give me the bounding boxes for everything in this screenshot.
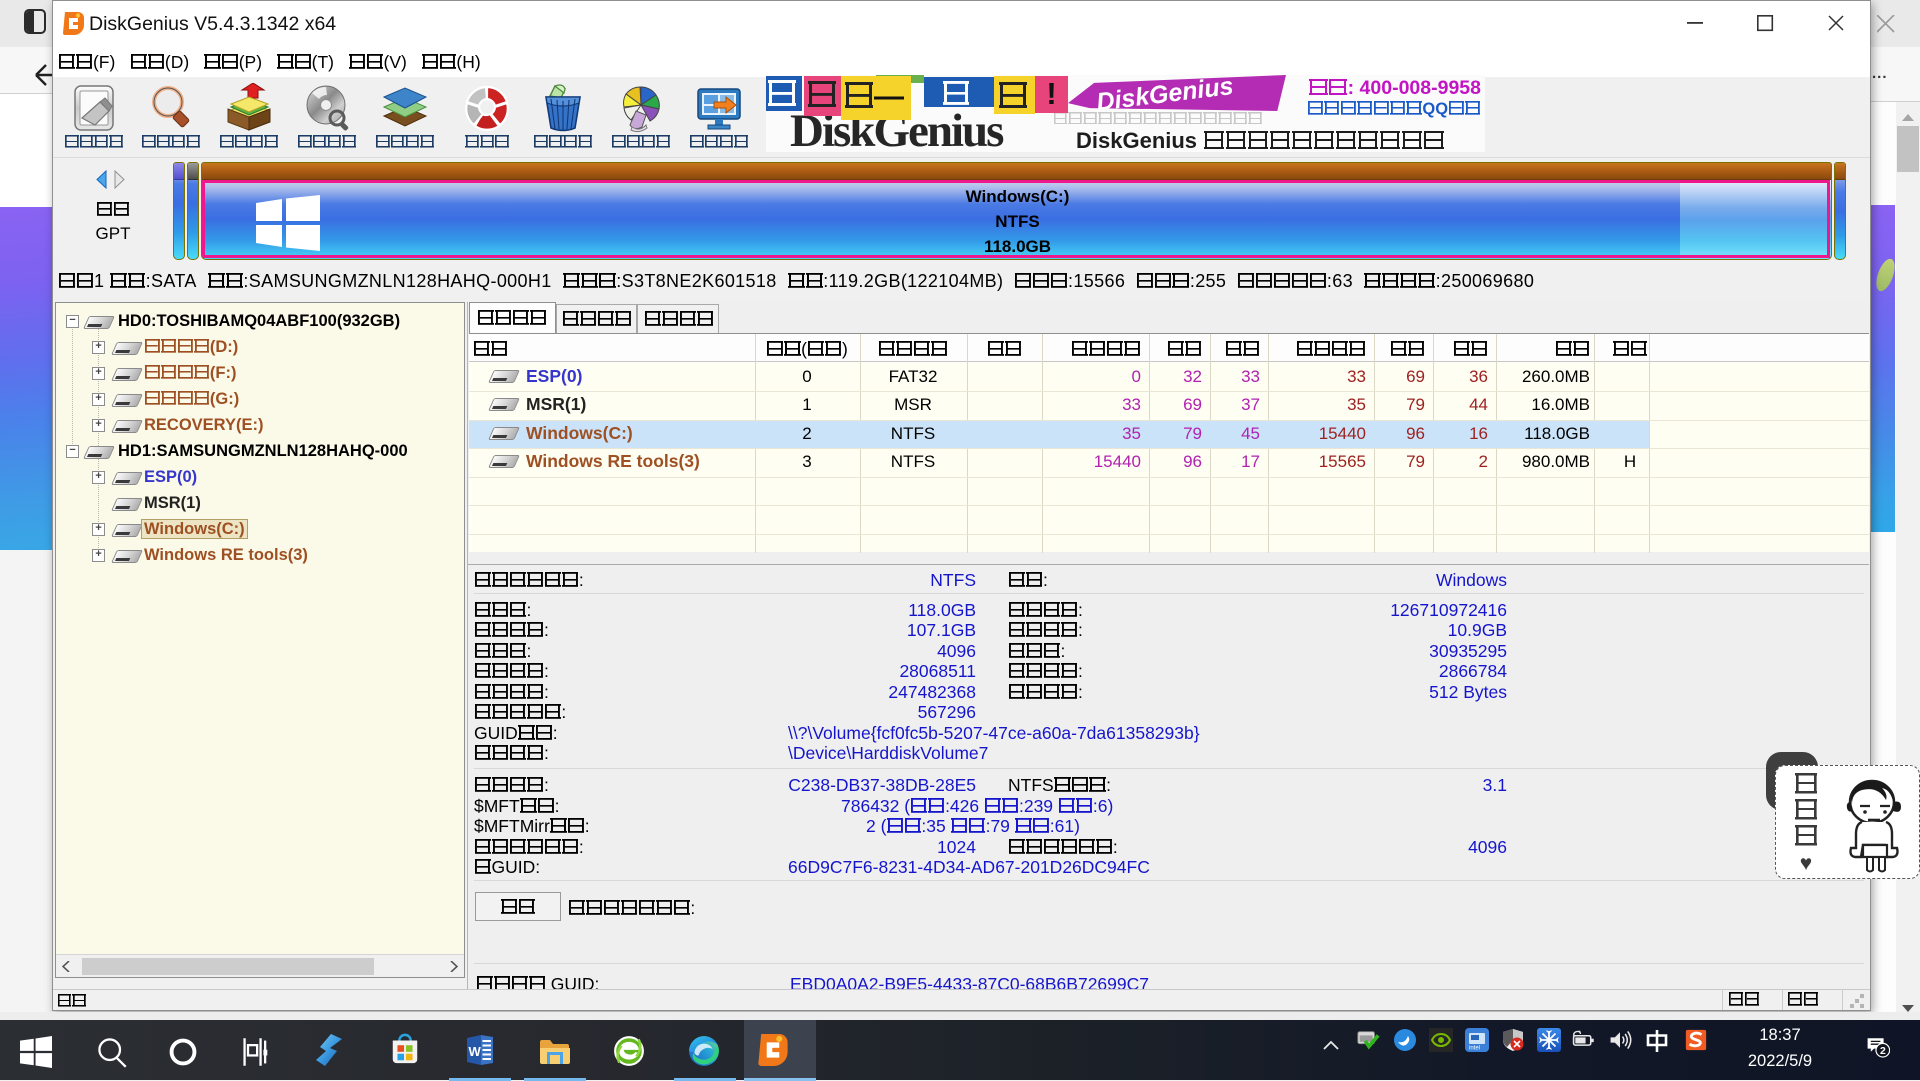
svg-text:intel: intel	[1469, 1046, 1480, 1052]
svg-text:2: 2	[1880, 1046, 1886, 1057]
svg-text:W: W	[469, 1044, 482, 1059]
